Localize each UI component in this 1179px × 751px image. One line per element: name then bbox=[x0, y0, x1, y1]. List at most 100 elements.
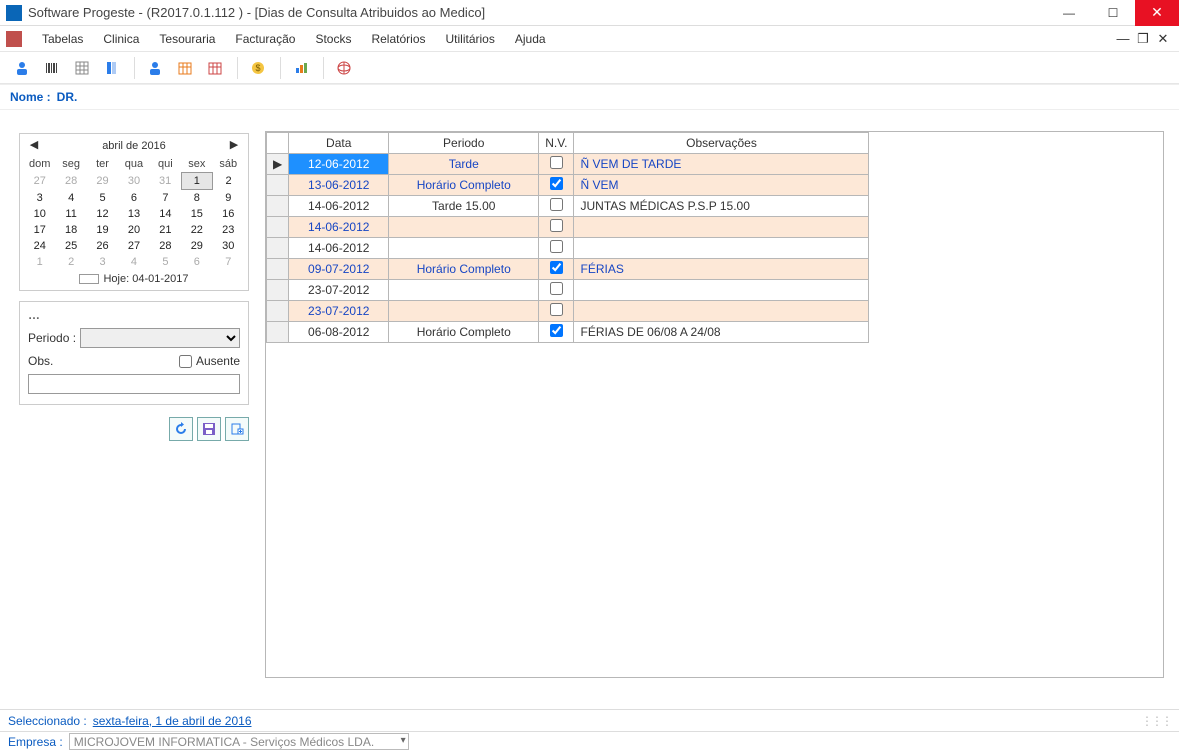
cell-nv[interactable] bbox=[539, 322, 574, 343]
cell-obs[interactable] bbox=[574, 217, 869, 238]
calendar-day[interactable]: 14 bbox=[150, 206, 181, 222]
calendar-day[interactable]: 15 bbox=[181, 206, 212, 222]
cell-periodo[interactable]: Horário Completo bbox=[389, 259, 539, 280]
calendar-day[interactable]: 25 bbox=[55, 238, 86, 254]
menu-tabelas[interactable]: Tabelas bbox=[32, 32, 93, 46]
menu-facturação[interactable]: Facturação bbox=[225, 32, 305, 46]
cell-periodo[interactable] bbox=[389, 301, 539, 322]
cell-periodo[interactable]: Horário Completo bbox=[389, 322, 539, 343]
cell-obs[interactable]: Ñ VEM bbox=[574, 175, 869, 196]
tb-book-button[interactable] bbox=[98, 54, 126, 82]
calendar-day[interactable]: 8 bbox=[181, 190, 212, 207]
tb-grid-button[interactable] bbox=[68, 54, 96, 82]
calendar-day[interactable]: 5 bbox=[150, 254, 181, 270]
menu-ajuda[interactable]: Ajuda bbox=[505, 32, 556, 46]
minimize-button[interactable]: — bbox=[1047, 0, 1091, 26]
calendar-day[interactable]: 3 bbox=[87, 254, 118, 270]
row-selector[interactable] bbox=[267, 196, 289, 217]
periodo-select[interactable] bbox=[80, 328, 240, 348]
calendar-day[interactable]: 22 bbox=[181, 222, 212, 238]
calendar-day[interactable]: 3 bbox=[24, 190, 55, 207]
cell-data[interactable]: 06-08-2012 bbox=[289, 322, 389, 343]
empresa-select[interactable]: MICROJOVEM INFORMATICA - Serviços Médico… bbox=[69, 733, 409, 750]
calendar-day[interactable]: 21 bbox=[150, 222, 181, 238]
calendar-day[interactable]: 19 bbox=[87, 222, 118, 238]
cell-nv-checkbox[interactable] bbox=[550, 261, 563, 274]
obs-input[interactable] bbox=[28, 374, 240, 394]
calendar-day[interactable]: 29 bbox=[181, 238, 212, 254]
row-selector[interactable] bbox=[267, 301, 289, 322]
tb-cal-orange-button[interactable] bbox=[171, 54, 199, 82]
calendar-day[interactable]: 23 bbox=[213, 222, 244, 238]
calendar-day[interactable]: 1 bbox=[181, 173, 212, 190]
calendar-prev-icon[interactable]: ◀ bbox=[26, 138, 42, 151]
cell-nv-checkbox[interactable] bbox=[550, 240, 563, 253]
calendar-day[interactable]: 20 bbox=[118, 222, 149, 238]
cell-data[interactable]: 14-06-2012 bbox=[289, 196, 389, 217]
cell-nv-checkbox[interactable] bbox=[550, 324, 563, 337]
calendar-day[interactable]: 2 bbox=[55, 254, 86, 270]
calendar-today[interactable]: Hoje: 04-01-2017 bbox=[24, 270, 244, 286]
mdi-minimize-button[interactable]: — bbox=[1113, 31, 1133, 46]
tb-barcode-button[interactable] bbox=[38, 54, 66, 82]
cell-obs[interactable] bbox=[574, 280, 869, 301]
calendar-next-icon[interactable]: ▶ bbox=[226, 138, 242, 151]
cell-nv[interactable] bbox=[539, 238, 574, 259]
cell-nv-checkbox[interactable] bbox=[550, 198, 563, 211]
cell-nv-checkbox[interactable] bbox=[550, 219, 563, 232]
cell-obs[interactable]: JUNTAS MÉDICAS P.S.P 15.00 bbox=[574, 196, 869, 217]
row-selector[interactable] bbox=[267, 259, 289, 280]
cell-periodo[interactable]: Tarde 15.00 bbox=[389, 196, 539, 217]
row-selector[interactable] bbox=[267, 175, 289, 196]
cell-data[interactable]: 09-07-2012 bbox=[289, 259, 389, 280]
menu-stocks[interactable]: Stocks bbox=[305, 32, 361, 46]
cell-data[interactable]: 12-06-2012 bbox=[289, 154, 389, 175]
calendar-day[interactable]: 16 bbox=[213, 206, 244, 222]
calendar-day[interactable]: 4 bbox=[118, 254, 149, 270]
row-selector[interactable] bbox=[267, 280, 289, 301]
tb-money-button[interactable]: $ bbox=[244, 54, 272, 82]
calendar-day[interactable]: 7 bbox=[213, 254, 244, 270]
cell-nv[interactable] bbox=[539, 154, 574, 175]
save-button[interactable] bbox=[197, 417, 221, 441]
calendar-day[interactable]: 30 bbox=[213, 238, 244, 254]
cell-periodo[interactable]: Tarde bbox=[389, 154, 539, 175]
cell-periodo[interactable] bbox=[389, 280, 539, 301]
calendar-day[interactable]: 6 bbox=[118, 190, 149, 207]
cell-data[interactable]: 13-06-2012 bbox=[289, 175, 389, 196]
calendar-day[interactable]: 5 bbox=[87, 190, 118, 207]
row-selector[interactable]: ▶ bbox=[267, 154, 289, 175]
cell-periodo[interactable]: Horário Completo bbox=[389, 175, 539, 196]
col-data[interactable]: Data bbox=[289, 133, 389, 154]
calendar-day[interactable]: 11 bbox=[55, 206, 86, 222]
menu-utilitários[interactable]: Utilitários bbox=[436, 32, 505, 46]
cell-obs[interactable] bbox=[574, 238, 869, 259]
calendar-day[interactable]: 29 bbox=[87, 173, 118, 190]
calendar-day[interactable]: 27 bbox=[118, 238, 149, 254]
menu-clinica[interactable]: Clinica bbox=[93, 32, 149, 46]
cell-nv[interactable] bbox=[539, 280, 574, 301]
cell-nv-checkbox[interactable] bbox=[550, 303, 563, 316]
cell-obs[interactable]: FÉRIAS DE 06/08 A 24/08 bbox=[574, 322, 869, 343]
calendar-day[interactable]: 7 bbox=[150, 190, 181, 207]
add-button[interactable] bbox=[225, 417, 249, 441]
calendar-day[interactable]: 24 bbox=[24, 238, 55, 254]
cell-nv-checkbox[interactable] bbox=[550, 177, 563, 190]
cell-obs[interactable]: FÉRIAS bbox=[574, 259, 869, 280]
menu-relatórios[interactable]: Relatórios bbox=[361, 32, 435, 46]
cell-data[interactable]: 23-07-2012 bbox=[289, 301, 389, 322]
col-nv[interactable]: N.V. bbox=[539, 133, 574, 154]
calendar-day[interactable]: 12 bbox=[87, 206, 118, 222]
calendar-day[interactable]: 6 bbox=[181, 254, 212, 270]
row-selector[interactable] bbox=[267, 217, 289, 238]
cell-nv[interactable] bbox=[539, 217, 574, 238]
calendar-day[interactable]: 17 bbox=[24, 222, 55, 238]
tb-globe-button[interactable] bbox=[330, 54, 358, 82]
maximize-button[interactable]: ☐ bbox=[1091, 0, 1135, 26]
cell-nv[interactable] bbox=[539, 301, 574, 322]
calendar-day[interactable]: 28 bbox=[150, 238, 181, 254]
tb-cal-red-button[interactable] bbox=[201, 54, 229, 82]
calendar-day[interactable]: 1 bbox=[24, 254, 55, 270]
calendar-day[interactable]: 28 bbox=[55, 173, 86, 190]
tb-chart-button[interactable] bbox=[287, 54, 315, 82]
